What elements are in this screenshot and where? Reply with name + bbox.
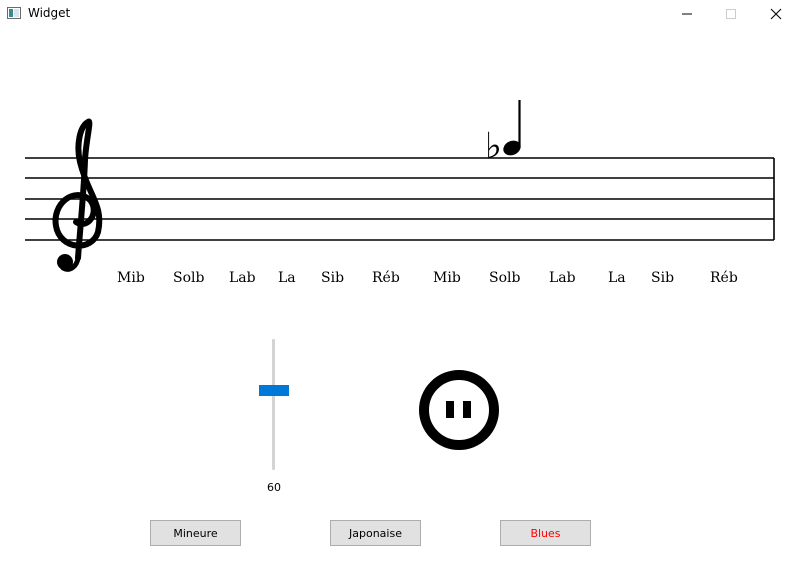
flat-note: ♭ — [485, 100, 521, 167]
pause-icon — [419, 370, 499, 450]
note-label: La — [278, 270, 296, 286]
tempo-slider-handle[interactable] — [259, 385, 289, 396]
minimize-button[interactable] — [664, 0, 710, 28]
note-label: Réb — [710, 270, 738, 286]
note-label: Solb — [173, 270, 205, 286]
app-icon — [7, 7, 21, 19]
title-bar: Widget — [0, 0, 799, 28]
note-label: Lab — [549, 270, 576, 286]
mineure-button[interactable]: Mineure — [150, 520, 241, 546]
note-label: Lab — [229, 270, 256, 286]
note-label: Mib — [117, 270, 145, 286]
app-window: Widget ♭ Mib Solb Lab La Sib Réb Mib Sol… — [0, 0, 799, 564]
close-button[interactable] — [753, 0, 799, 28]
tempo-slider-track[interactable] — [272, 339, 275, 470]
minimize-icon — [682, 13, 692, 15]
note-label: Sib — [321, 270, 345, 286]
maximize-button[interactable] — [708, 0, 754, 28]
close-icon — [770, 8, 782, 20]
window-title: Widget — [28, 6, 71, 20]
pause-button[interactable] — [418, 369, 500, 451]
tempo-value: 60 — [267, 481, 281, 494]
flat-accidental: ♭ — [485, 126, 502, 167]
music-staff: ♭ — [25, 100, 775, 272]
blues-button[interactable]: Blues — [500, 520, 591, 546]
note-label: La — [608, 270, 626, 286]
note-label: Solb — [489, 270, 521, 286]
japonaise-button[interactable]: Japonaise — [330, 520, 421, 546]
maximize-icon — [726, 9, 736, 19]
note-label: Sib — [651, 270, 675, 286]
note-label: Mib — [433, 270, 461, 286]
note-label: Réb — [372, 270, 400, 286]
treble-clef-icon — [52, 118, 103, 272]
staff-lines — [25, 157, 775, 241]
